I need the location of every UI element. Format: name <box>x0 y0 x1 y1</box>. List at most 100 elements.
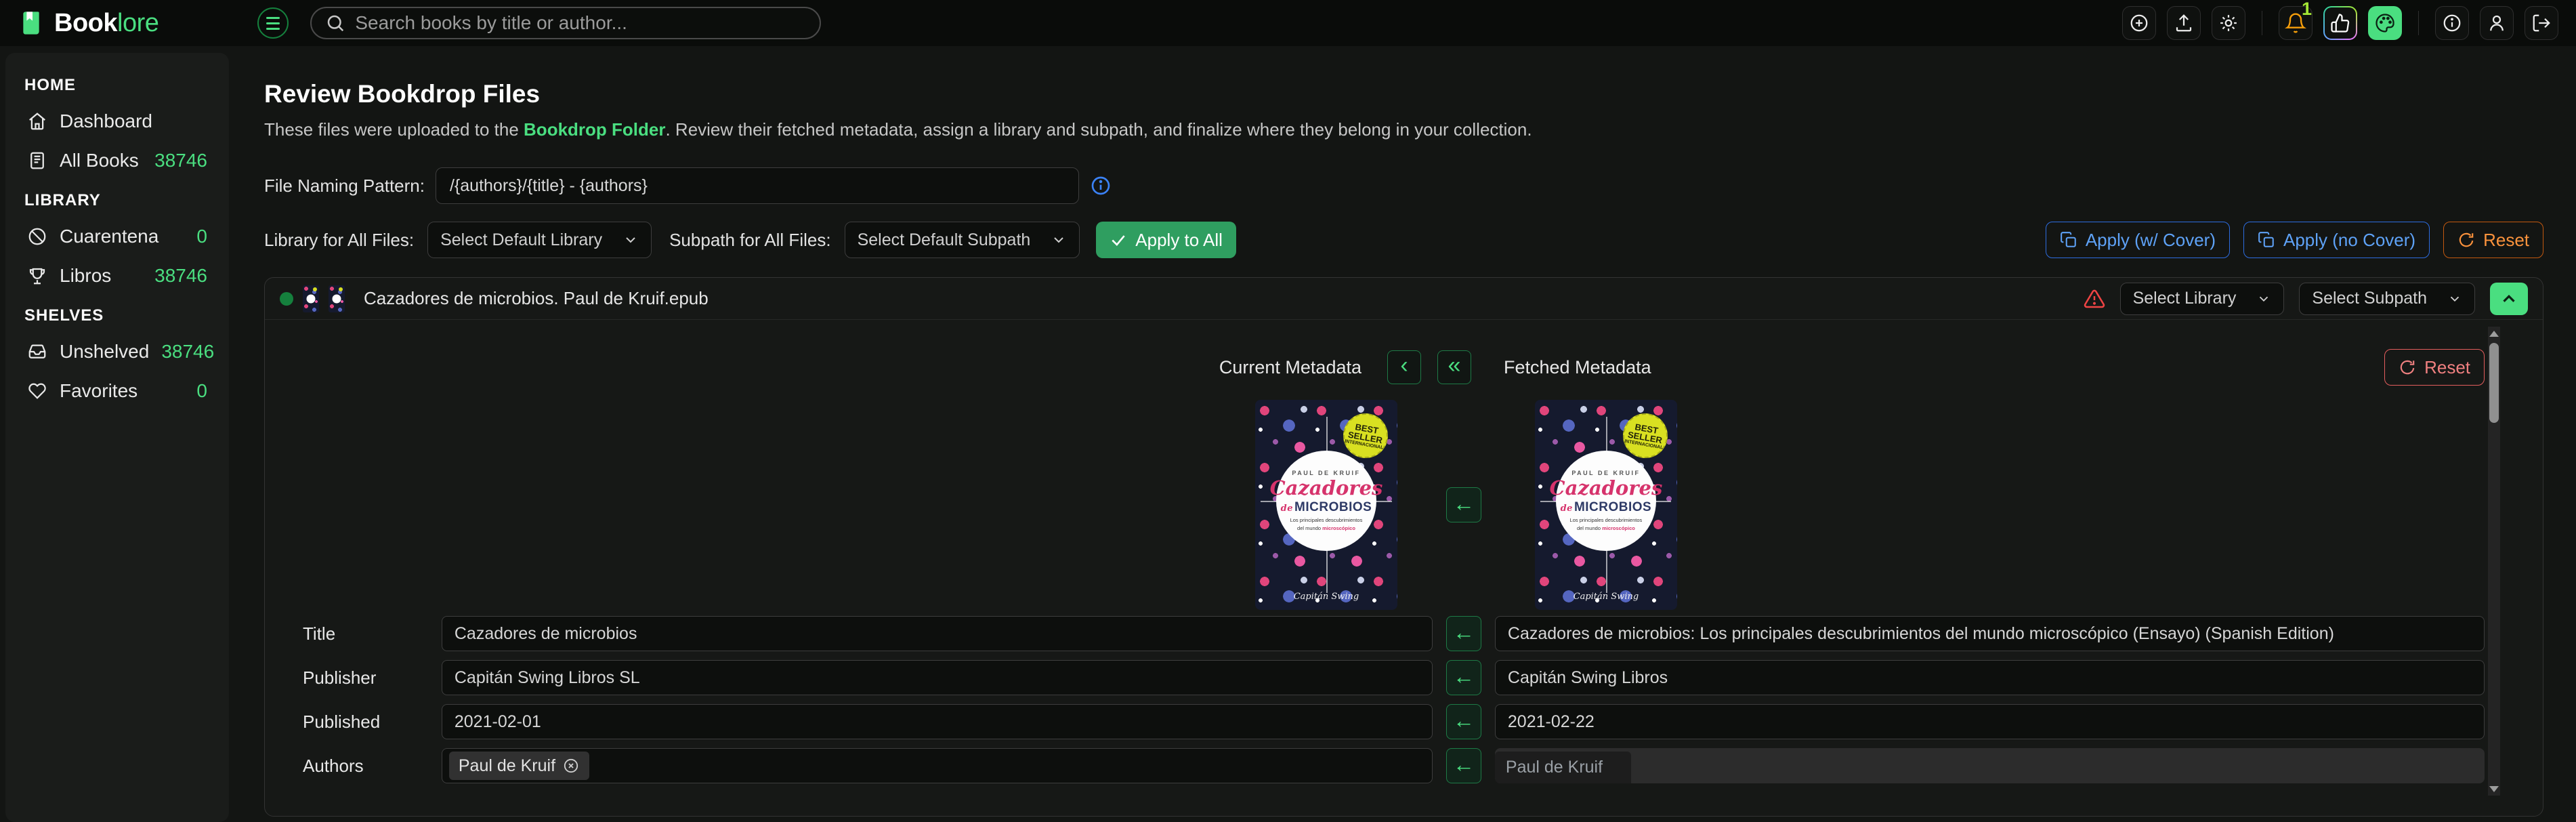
file-name: Cazadores de microbios. Paul de Kruif.ep… <box>364 288 709 309</box>
page-title: Review Bookdrop Files <box>264 80 2543 108</box>
count-badge: 0 <box>196 226 207 247</box>
copy-icon <box>2060 231 2077 249</box>
search-input[interactable] <box>355 12 806 34</box>
fetched-title-input[interactable] <box>1495 616 2485 651</box>
fetched-author-chip: Paul de Kruif <box>1495 752 1631 783</box>
bulk-actions-row: Library for All Files: Select Default Li… <box>264 222 2543 258</box>
search-bar[interactable] <box>310 7 821 39</box>
plus-circle-icon <box>2129 13 2149 33</box>
copy-all-left-button[interactable]: « <box>1437 350 1471 384</box>
chevron-down-icon <box>2256 291 2271 306</box>
count-badge: 38746 <box>154 265 207 287</box>
logout-button[interactable] <box>2525 6 2558 40</box>
copy-publisher-left-button[interactable]: ← <box>1446 660 1481 695</box>
copy-cover-left-button[interactable]: ← <box>1446 487 1481 522</box>
library-all-label: Library for All Files: <box>264 230 414 251</box>
status-dot <box>280 292 293 306</box>
hamburger-icon <box>266 17 280 19</box>
warning-icon <box>2084 288 2105 310</box>
compare-header: Current Metadata ‹ « Fetched Metadata Re… <box>303 350 2485 385</box>
sidebar-toggle-button[interactable] <box>257 7 289 39</box>
reset-all-button[interactable]: Reset <box>2443 222 2543 258</box>
apply-to-all-button[interactable]: Apply to All <box>1096 222 1236 258</box>
subpath-all-label: Subpath for All Files: <box>669 230 830 251</box>
chevron-down-icon <box>622 232 639 248</box>
count-badge: 38746 <box>154 150 207 171</box>
app-logo[interactable]: Booklore <box>18 9 159 38</box>
bookdrop-file-card: Cazadores de microbios. Paul de Kruif.ep… <box>264 277 2543 817</box>
settings-button[interactable] <box>2212 6 2245 40</box>
notification-badge: 1 <box>2302 0 2312 20</box>
upload-icon <box>2174 13 2194 33</box>
field-row-authors: Authors Paul de Kruif ← Paul de Kruif <box>303 748 2485 783</box>
sidebar-item-unshelved[interactable]: Unshelved 38746 <box>20 332 214 371</box>
panel-scrollbar[interactable] <box>2488 327 2500 796</box>
sidebar-item-favorites[interactable]: Favorites 0 <box>20 371 214 411</box>
sidebar-item-dashboard[interactable]: Dashboard <box>20 102 214 141</box>
count-badge: 0 <box>196 380 207 402</box>
sidebar-item-all-books[interactable]: All Books 38746 <box>20 141 214 180</box>
divider <box>2418 11 2419 35</box>
notifications-button[interactable]: 1 <box>2279 6 2313 40</box>
like-button[interactable] <box>2325 7 2356 39</box>
file-library-select[interactable]: Select Library <box>2120 283 2285 315</box>
theme-button[interactable] <box>2368 6 2402 40</box>
scrollbar-thumb[interactable] <box>2489 343 2499 423</box>
current-authors-input[interactable]: Paul de Kruif <box>442 748 1433 783</box>
fetched-published-input[interactable] <box>1495 704 2485 739</box>
booklore-logo-icon <box>18 9 45 37</box>
sidebar-section-home: HOME <box>24 76 214 95</box>
copy-one-left-button[interactable]: ‹ <box>1387 350 1421 384</box>
current-publisher-input[interactable] <box>442 660 1433 695</box>
palette-icon <box>2375 13 2395 33</box>
apply-with-cover-button[interactable]: Apply (w/ Cover) <box>2046 222 2230 258</box>
sidebar-item-libros[interactable]: Libros 38746 <box>20 256 214 295</box>
pattern-info-icon[interactable] <box>1090 175 1112 197</box>
chevron-up-icon <box>2499 289 2519 309</box>
default-subpath-select[interactable]: Select Default Subpath <box>845 222 1080 258</box>
scroll-down-arrow[interactable] <box>2488 782 2500 796</box>
search-icon <box>325 13 345 33</box>
book-icon <box>27 150 47 171</box>
user-icon <box>2487 13 2507 33</box>
field-row-publisher: Publisher ← <box>303 660 2485 695</box>
copy-published-left-button[interactable]: ← <box>1446 704 1481 739</box>
file-naming-pattern-input[interactable] <box>436 167 1079 204</box>
account-button[interactable] <box>2480 6 2514 40</box>
bookdrop-folder-link[interactable]: Bookdrop Folder <box>524 119 665 140</box>
fetched-publisher-input[interactable] <box>1495 660 2485 695</box>
feedback-button-border <box>2323 6 2357 40</box>
field-label: Title <box>303 623 442 644</box>
add-button[interactable] <box>2122 6 2156 40</box>
field-label: Published <box>303 712 442 733</box>
app-title: Booklore <box>54 9 159 38</box>
file-header-row: Cazadores de microbios. Paul de Kruif.ep… <box>265 278 2543 320</box>
about-button[interactable] <box>2435 6 2469 40</box>
sidebar: HOME Dashboard All Books 38746 LIBRARY C… <box>5 53 229 822</box>
collapse-button[interactable] <box>2490 283 2528 315</box>
copy-authors-left-button[interactable]: ← <box>1446 748 1481 783</box>
current-published-input[interactable] <box>442 704 1433 739</box>
upload-button[interactable] <box>2167 6 2201 40</box>
topbar: Booklore 1 <box>0 0 2576 46</box>
default-library-select[interactable]: Select Default Library <box>427 222 652 258</box>
current-title-input[interactable] <box>442 616 1433 651</box>
apply-no-cover-button[interactable]: Apply (no Cover) <box>2243 222 2430 258</box>
reset-metadata-button[interactable]: Reset <box>2384 349 2485 386</box>
topbar-actions: 1 <box>2122 6 2558 40</box>
metadata-compare-panel: Current Metadata ‹ « Fetched Metadata Re… <box>265 320 2543 816</box>
scroll-up-arrow[interactable] <box>2488 327 2500 340</box>
sidebar-section-shelves: SHELVES <box>24 306 214 325</box>
sidebar-section-library: LIBRARY <box>24 191 214 210</box>
covers-row: BEST SELLER INTERNACIONAL PAUL DE KRUIF … <box>303 400 2485 610</box>
remove-author-icon[interactable] <box>562 757 580 775</box>
fetched-metadata-heading: Fetched Metadata <box>1504 357 1651 378</box>
heart-icon <box>27 381 47 401</box>
book-thumbnail <box>329 285 345 312</box>
file-subpath-select[interactable]: Select Subpath <box>2299 283 2475 315</box>
copy-icon <box>2258 231 2275 249</box>
copy-title-left-button[interactable]: ← <box>1446 616 1481 651</box>
sidebar-item-cuarentena[interactable]: Cuarentena 0 <box>20 217 214 256</box>
field-label: Publisher <box>303 667 442 689</box>
fetched-authors-field: Paul de Kruif <box>1495 748 2485 783</box>
